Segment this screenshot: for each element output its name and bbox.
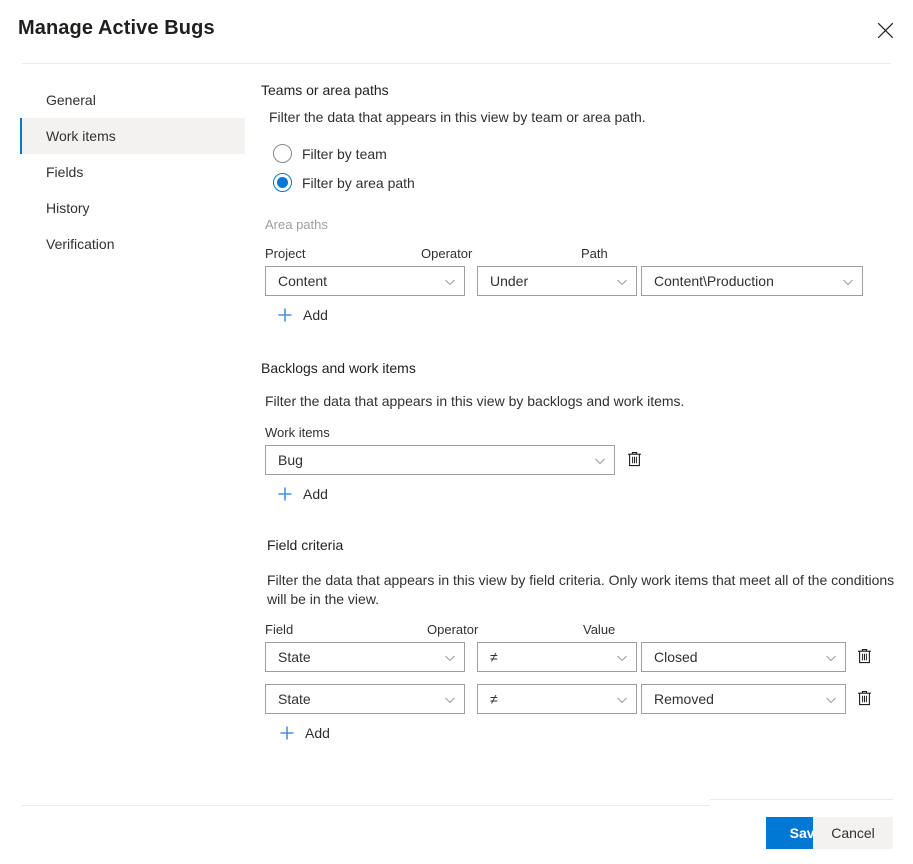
radio-filter-by-area-path[interactable]: Filter by area path bbox=[273, 168, 901, 197]
dropdown-value: Content bbox=[278, 273, 328, 289]
plus-icon bbox=[277, 486, 293, 502]
work-item-row: Bug bbox=[261, 445, 901, 475]
field-criteria-field-dropdown[interactable]: State bbox=[265, 684, 465, 714]
field-criteria-operator-dropdown[interactable]: ≠ bbox=[477, 642, 637, 672]
chevron-down-icon bbox=[444, 693, 456, 705]
sidebar-item-label: General bbox=[46, 92, 96, 108]
column-header-project: Project bbox=[265, 246, 306, 261]
cancel-button[interactable]: Cancel bbox=[813, 817, 893, 849]
area-paths-group-label: Area paths bbox=[265, 217, 328, 232]
dropdown-value: Closed bbox=[654, 649, 698, 665]
work-items-column-headers: Work items bbox=[261, 425, 901, 442]
add-label: Add bbox=[305, 725, 330, 741]
area-path-row: Content Under Content\Production bbox=[261, 266, 901, 296]
dropdown-value: Removed bbox=[654, 691, 714, 707]
radio-indicator bbox=[273, 144, 292, 163]
dialog-body: General Work items Fields History Verifi… bbox=[0, 64, 913, 805]
chevron-down-icon bbox=[444, 651, 456, 663]
sidebar-item-label: History bbox=[46, 200, 90, 216]
column-header-operator: Operator bbox=[421, 246, 473, 261]
trash-icon bbox=[857, 690, 872, 709]
delete-field-criteria-button[interactable] bbox=[851, 684, 877, 714]
manage-active-bugs-dialog: Manage Active Bugs General Work items Fi… bbox=[0, 0, 913, 864]
sidebar-item-label: Fields bbox=[46, 164, 84, 180]
area-path-project-dropdown[interactable]: Content bbox=[265, 266, 465, 296]
sidebar-item-work-items[interactable]: Work items bbox=[20, 118, 245, 154]
sidebar-item-verification[interactable]: Verification bbox=[20, 226, 245, 262]
sidebar-item-general[interactable]: General bbox=[20, 82, 245, 118]
add-field-criteria-button[interactable]: Add bbox=[275, 721, 334, 745]
column-header-value: Value bbox=[583, 622, 616, 637]
column-header-work-items: Work items bbox=[265, 425, 330, 440]
delete-work-item-button[interactable] bbox=[621, 445, 647, 475]
radio-indicator bbox=[273, 173, 292, 192]
dropdown-value: Bug bbox=[278, 452, 303, 468]
chevron-down-icon bbox=[825, 651, 837, 663]
field-criteria-row: State ≠ Removed bbox=[261, 684, 901, 714]
field-criteria-value-dropdown[interactable]: Removed bbox=[641, 684, 846, 714]
chevron-down-icon bbox=[842, 275, 854, 287]
chevron-down-icon bbox=[594, 454, 606, 466]
trash-icon bbox=[627, 451, 642, 470]
radio-label: Filter by area path bbox=[302, 174, 415, 191]
dropdown-value: State bbox=[278, 649, 311, 665]
field-criteria-field-dropdown[interactable]: State bbox=[265, 642, 465, 672]
close-button[interactable] bbox=[865, 12, 905, 48]
footer-divider-right bbox=[710, 799, 893, 800]
teams-section-description: Filter the data that appears in this vie… bbox=[269, 109, 646, 125]
chevron-down-icon bbox=[616, 275, 628, 287]
area-path-path-dropdown[interactable]: Content\Production bbox=[641, 266, 863, 296]
field-criteria-section: Field criteria Filter the data that appe… bbox=[261, 537, 901, 746]
trash-icon bbox=[857, 648, 872, 667]
work-item-type-dropdown[interactable]: Bug bbox=[265, 445, 615, 475]
radio-filter-by-team[interactable]: Filter by team bbox=[273, 139, 901, 168]
radio-label: Filter by team bbox=[302, 145, 387, 162]
add-area-path-button[interactable]: Add bbox=[273, 303, 332, 327]
sidebar-item-fields[interactable]: Fields bbox=[20, 154, 245, 190]
field-criteria-column-headers: Field Operator Value bbox=[261, 622, 901, 639]
dropdown-value: ≠ bbox=[490, 691, 498, 707]
dropdown-value: State bbox=[278, 691, 311, 707]
field-criteria-section-description: Filter the data that appears in this vie… bbox=[267, 572, 895, 607]
teams-or-area-paths-section: Teams or area paths Filter the data that… bbox=[261, 82, 901, 328]
delete-field-criteria-button[interactable] bbox=[851, 642, 877, 672]
area-path-operator-dropdown[interactable]: Under bbox=[477, 266, 637, 296]
chevron-down-icon bbox=[616, 693, 628, 705]
plus-icon bbox=[279, 725, 295, 741]
field-criteria-row: State ≠ Closed bbox=[261, 642, 901, 672]
backlogs-and-work-items-section: Backlogs and work items Filter the data … bbox=[261, 360, 901, 507]
chevron-down-icon bbox=[616, 651, 628, 663]
plus-icon bbox=[277, 307, 293, 323]
settings-sidebar: General Work items Fields History Verifi… bbox=[20, 82, 245, 262]
chevron-down-icon bbox=[825, 693, 837, 705]
sidebar-item-label: Verification bbox=[46, 236, 115, 252]
add-label: Add bbox=[303, 307, 328, 323]
field-criteria-operator-dropdown[interactable]: ≠ bbox=[477, 684, 637, 714]
area-paths-group: Area paths Project Operator Path Content bbox=[261, 217, 901, 328]
add-work-item-button[interactable]: Add bbox=[273, 482, 332, 506]
field-criteria-value-dropdown[interactable]: Closed bbox=[641, 642, 846, 672]
dropdown-value: Content\Production bbox=[654, 273, 774, 289]
field-criteria-section-title: Field criteria bbox=[267, 537, 344, 553]
dropdown-value: Under bbox=[490, 273, 529, 289]
dropdown-value: ≠ bbox=[490, 649, 498, 665]
close-icon bbox=[877, 22, 894, 39]
sidebar-item-history[interactable]: History bbox=[20, 190, 245, 226]
backlogs-section-description: Filter the data that appears in this vie… bbox=[265, 393, 685, 409]
dialog-header: Manage Active Bugs bbox=[0, 0, 913, 63]
column-header-field: Field bbox=[265, 622, 294, 637]
page-title: Manage Active Bugs bbox=[18, 17, 215, 39]
backlogs-section-title: Backlogs and work items bbox=[261, 360, 416, 376]
dialog-footer: Save Cancel bbox=[0, 806, 913, 864]
column-header-operator: Operator bbox=[427, 622, 479, 637]
sidebar-item-label: Work items bbox=[46, 128, 116, 144]
settings-content: Teams or area paths Filter the data that… bbox=[261, 82, 901, 746]
chevron-down-icon bbox=[444, 275, 456, 287]
teams-section-title: Teams or area paths bbox=[261, 82, 389, 98]
column-header-path: Path bbox=[581, 246, 608, 261]
filter-mode-radio-group: Filter by team Filter by area path bbox=[261, 139, 901, 197]
add-label: Add bbox=[303, 486, 328, 502]
area-paths-column-headers: Project Operator Path bbox=[261, 246, 901, 263]
